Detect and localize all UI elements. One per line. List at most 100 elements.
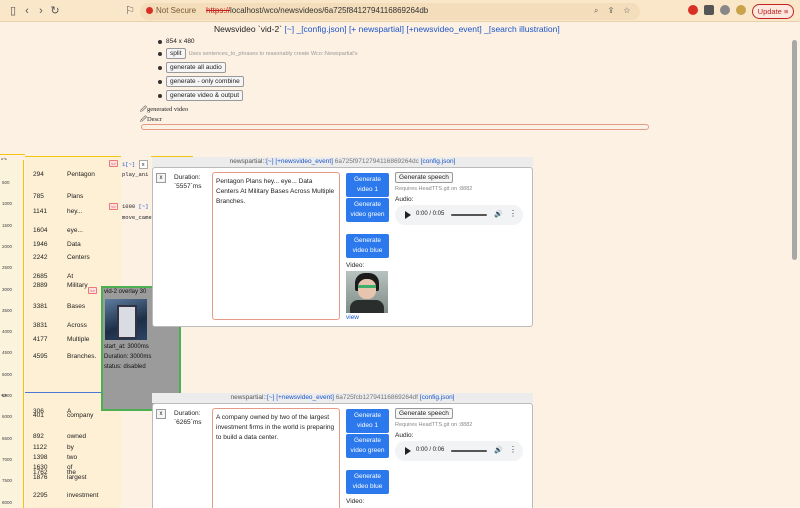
ruler-tick: 7500 xyxy=(2,478,13,484)
word-time: 1604 xyxy=(33,227,48,234)
np1-text[interactable]: Pentagon Plans hey... eye... Data Center… xyxy=(212,172,340,320)
np2-config-link[interactable]: [config.json] xyxy=(420,394,455,401)
np1-config-link[interactable]: [config.json] xyxy=(421,158,456,165)
volume-icon[interactable]: 🔊 xyxy=(494,210,503,218)
np2-audio-label: Audio: xyxy=(395,432,414,439)
extensions-puzzle-icon[interactable] xyxy=(720,5,730,15)
audio-progress-track[interactable] xyxy=(451,214,487,216)
np1-requires-note: Requires HeadTTS.git on :8882 xyxy=(395,186,473,192)
description-field[interactable] xyxy=(141,124,649,130)
ruler-tick: 500 xyxy=(2,180,10,185)
add-newsvideo-event-link[interactable]: [+newsvideo_event] xyxy=(406,24,481,34)
word-text: Multiple xyxy=(67,336,90,343)
split-hint: Uses sentences_to_phrases to reasonably … xyxy=(188,50,358,57)
word-text: Military xyxy=(67,282,88,289)
np1-audio-player[interactable]: 0:00 / 0:05 🔊 ⋮ xyxy=(395,205,523,225)
extension-red-icon[interactable] xyxy=(688,5,698,15)
event-tag-2[interactable]: <> xyxy=(109,203,118,210)
np2-add-event-link[interactable]: [+newsvideo_event] xyxy=(276,394,334,401)
profile-icon[interactable] xyxy=(736,5,746,15)
bookmark-icon[interactable]: ⚐ xyxy=(123,4,137,18)
ruler-tick: 2000 xyxy=(2,243,13,249)
warning-icon xyxy=(146,7,153,14)
page-title: Newsvideo `vid-2` [~] _[config.json] [+ … xyxy=(214,24,560,34)
np1-generate-video-1-button[interactable]: Generate video 1 xyxy=(346,173,389,197)
word-time: 1876 xyxy=(33,474,48,481)
more-options-icon[interactable]: ⋮ xyxy=(509,209,517,218)
browser-toolbar: ▯ ‹ › ↻ ⚐ Not Secure https://localhost/w… xyxy=(0,0,800,22)
play-icon[interactable] xyxy=(405,211,411,219)
scrollbar-thumb[interactable] xyxy=(792,40,797,260)
split-button[interactable]: split xyxy=(166,48,186,59)
url-text[interactable]: https://localhost/wco/newsvideos/6a725f8… xyxy=(206,6,428,15)
config-json-link[interactable]: _[config.json] xyxy=(296,24,346,34)
word-time: 401 xyxy=(33,412,44,419)
np2-edit-link[interactable]: [~] xyxy=(267,394,274,401)
generate-all-audio-button[interactable]: generate all audio xyxy=(166,62,226,73)
np1-view-link[interactable]: view xyxy=(346,314,359,321)
volume-icon[interactable]: 🔊 xyxy=(494,446,503,454)
extension-square-icon[interactable] xyxy=(704,5,714,15)
timeline-toggle-2[interactable]: <> xyxy=(1,393,7,399)
np1-generate-video-blue-button[interactable]: Generate video blue xyxy=(346,234,389,258)
ruler-tick: 1000 xyxy=(2,201,13,207)
np1-audio-time: 0:00 / 0:05 xyxy=(416,211,445,217)
audio-progress-track[interactable] xyxy=(451,450,487,452)
ruler-tick: 2500 xyxy=(2,265,13,271)
overlay-tag[interactable]: <> xyxy=(88,287,97,294)
np1-duration: Duration: `5557`ms xyxy=(174,174,202,190)
ruler-tick: 1500 xyxy=(2,222,13,228)
page-scrollbar[interactable] xyxy=(791,26,798,496)
newspartial-card-2: x Duration: `6265`ms A company owned by t… xyxy=(152,403,533,508)
address-bar-icons[interactable]: ⌕ ⇪ ☆ xyxy=(594,6,634,16)
np2-generate-speech-button[interactable]: Generate speech xyxy=(395,408,453,419)
np1-video-thumbnail[interactable] xyxy=(346,271,388,313)
np2-generate-video-1-button[interactable]: Generate video 1 xyxy=(346,409,389,433)
word-time: 1141 xyxy=(33,208,47,215)
np1-add-event-link[interactable]: [+newsvideo_event] xyxy=(275,158,333,165)
event-tag[interactable]: <> xyxy=(109,160,118,167)
back-icon[interactable]: ‹ xyxy=(20,4,34,18)
np2-audio-player[interactable]: 0:00 / 0:06 🔊 ⋮ xyxy=(395,441,523,461)
np2-close-button[interactable]: x xyxy=(156,409,166,419)
edit-link[interactable]: [~] xyxy=(284,24,294,34)
word-text: by xyxy=(67,444,74,451)
word-time: 785 xyxy=(33,193,44,200)
word-text: Plans xyxy=(67,193,84,200)
event-1-close-button[interactable]: x xyxy=(138,160,148,169)
ruler-tick: 6500 xyxy=(2,435,13,441)
event-1-links[interactable]: 1[~] x xyxy=(122,160,148,169)
overlay-duration: Duration: 3000ms xyxy=(104,354,152,360)
np2-duration: Duration: `6265`ms xyxy=(174,410,202,426)
word-time: 2242 xyxy=(33,254,48,261)
np2-generate-video-green-button[interactable]: Generate video green xyxy=(346,434,389,458)
np1-generate-video-green-button[interactable]: Generate video green xyxy=(346,198,389,222)
word-text: At xyxy=(67,273,74,280)
forward-icon[interactable]: › xyxy=(34,4,48,18)
address-bar[interactable]: Not Secure https://localhost/wco/newsvid… xyxy=(140,3,640,20)
more-options-icon[interactable]: ⋮ xyxy=(509,445,517,454)
word-text: owned xyxy=(67,433,87,440)
np2-audio-time: 0:00 / 0:06 xyxy=(416,447,445,453)
generate-combine-button[interactable]: generate - only combine xyxy=(166,76,244,87)
np1-generate-speech-button[interactable]: Generate speech xyxy=(395,172,453,183)
np1-close-button[interactable]: x xyxy=(156,173,166,183)
np1-edit-link[interactable]: [~] xyxy=(266,158,273,165)
bullet xyxy=(158,79,162,84)
bullet xyxy=(158,51,162,56)
np2-text[interactable]: A company owned by two of the largest in… xyxy=(212,408,340,508)
reload-icon[interactable]: ↻ xyxy=(48,4,62,18)
play-icon[interactable] xyxy=(405,447,411,455)
sidebar-toggle-icon[interactable]: ▯ xyxy=(6,4,20,18)
word-time: 1398 xyxy=(33,454,48,461)
word-time: 1946 xyxy=(33,241,48,248)
word-time: 892 xyxy=(33,433,44,440)
np2-generate-video-blue-button[interactable]: Generate video blue xyxy=(346,470,389,494)
word-time: 294 xyxy=(33,171,44,178)
newspartial-header-1: newspartial::[~] [+newsvideo_event] 6a72… xyxy=(152,157,533,167)
add-newspartial-link[interactable]: [+ newspartial] xyxy=(349,24,404,34)
security-indicator[interactable]: Not Secure xyxy=(146,6,196,15)
search-illustration-link[interactable]: _[search illustration] xyxy=(484,24,560,34)
update-button[interactable]: Update ≡ xyxy=(752,4,794,19)
generate-video-output-button[interactable]: generate video & output xyxy=(166,90,244,101)
